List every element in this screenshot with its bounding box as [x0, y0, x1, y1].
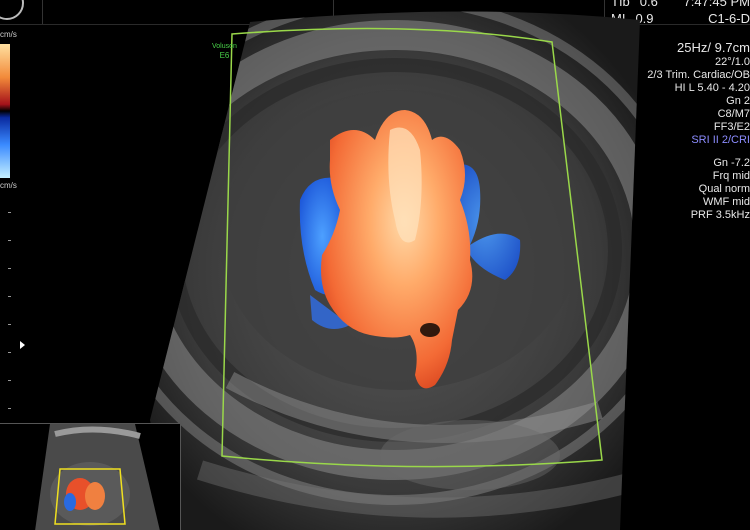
- focus-marker-icon[interactable]: [20, 341, 25, 349]
- depth-tick: [8, 296, 11, 297]
- color-scale-top-label: cm/s: [0, 30, 17, 39]
- reference-thumbnail[interactable]: [0, 423, 181, 530]
- velocity-color-bar: [0, 44, 10, 178]
- depth-tick: [8, 324, 11, 325]
- brand-line-1: Voluson: [212, 43, 237, 50]
- brand-line-2: E6: [219, 51, 230, 60]
- ultrasound-screen: TIb0.6 MI0.9 7:47:45 PM C1-6-D 25Hz/ 9.7…: [0, 0, 750, 530]
- depth-tick: [8, 352, 11, 353]
- depth-tick: [8, 380, 11, 381]
- thumbnail-image: [35, 424, 160, 530]
- depth-tick: [8, 408, 11, 409]
- depth-tick: [8, 212, 11, 213]
- color-scale-bottom-label: cm/s: [0, 181, 17, 190]
- system-brand-label: Voluson E6: [212, 42, 237, 60]
- depth-tick: [8, 268, 11, 269]
- depth-tick: [8, 240, 11, 241]
